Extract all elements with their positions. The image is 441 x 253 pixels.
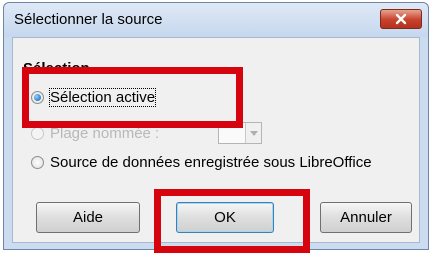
title-bar[interactable]: Sélectionner la source (4, 3, 428, 37)
chevron-down-icon (245, 123, 261, 143)
radio-active-selection-label: Sélection active (48, 87, 157, 107)
selection-group-label: Sélection (23, 60, 90, 77)
close-button[interactable] (380, 9, 422, 29)
radio-named-range: Plage nommée : (31, 122, 159, 144)
cancel-button[interactable]: Annuler (320, 202, 412, 233)
dialog-title: Sélectionner la source (14, 11, 163, 28)
radio-active-selection[interactable]: Sélection active (31, 86, 157, 108)
radio-active-selection-indicator[interactable] (31, 90, 44, 104)
named-range-combobox (218, 122, 262, 144)
radio-registered-datasource[interactable]: Source de données enregistrée sous Libre… (31, 151, 372, 173)
ok-button[interactable]: OK (176, 202, 274, 233)
radio-named-range-label: Plage nommée : (50, 124, 160, 142)
close-x-icon (395, 13, 407, 25)
dialog-window: Sélectionner la source Sélection Sélecti… (3, 2, 429, 250)
dialog-content: Sélection Sélection active Plage nommée … (12, 37, 420, 243)
radio-registered-datasource-label: Source de données enregistrée sous Libre… (50, 153, 372, 171)
radio-registered-datasource-indicator[interactable] (31, 155, 44, 169)
radio-named-range-indicator (31, 126, 44, 140)
help-button[interactable]: Aide (36, 202, 140, 233)
